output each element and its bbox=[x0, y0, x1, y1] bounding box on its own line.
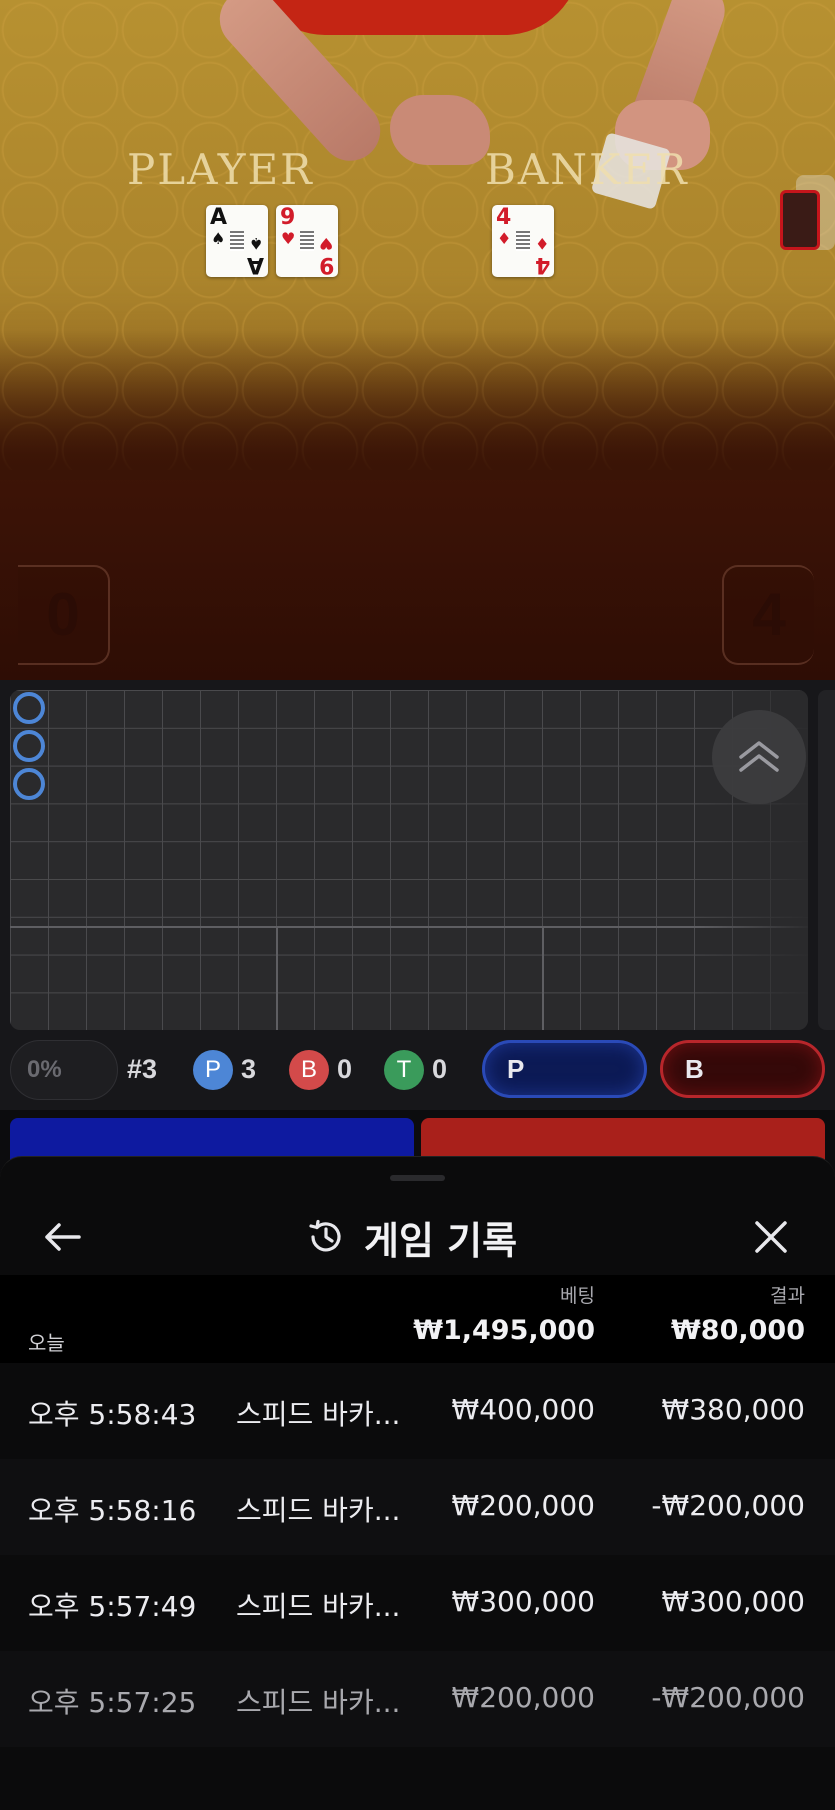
row-game: 스피드 바카... bbox=[236, 1590, 401, 1623]
history-clock-icon bbox=[309, 1219, 341, 1252]
sheet-title: 게임 기록 bbox=[306, 1207, 517, 1267]
round-number: #3 bbox=[127, 1054, 158, 1084]
history-row[interactable]: 오후 5:58:43 스피드 바카... ₩400,000 ₩380,000 bbox=[0, 1363, 835, 1459]
banker-score: 4 bbox=[722, 565, 814, 665]
live-video: PLAYER BANKER A ♠ ♠ A 9 ♥ ♥ 9 4 ♦ ♦ 4 0 … bbox=[0, 0, 835, 680]
row-bet: ₩300,000 bbox=[451, 1585, 595, 1618]
row-time: 오후 5:57:49 bbox=[28, 1590, 197, 1623]
row-game: 스피드 바카... bbox=[236, 1398, 401, 1431]
arrow-left-icon bbox=[45, 1223, 81, 1251]
close-button[interactable] bbox=[749, 1215, 793, 1259]
dealer-hand bbox=[390, 95, 490, 165]
predict-player-button[interactable]: P bbox=[482, 1040, 647, 1098]
banker-count-badge: B bbox=[289, 1050, 329, 1090]
roadmap-panel: 0% #3 P 3 B 0 T 0 P B bbox=[0, 680, 835, 1110]
row-time: 오후 5:57:25 bbox=[28, 1686, 197, 1719]
history-row[interactable]: 오후 5:57:49 스피드 바카... ₩300,000 ₩300,000 bbox=[0, 1555, 835, 1651]
row-result: ₩380,000 bbox=[661, 1393, 805, 1426]
bead-road[interactable] bbox=[10, 690, 808, 1030]
row-result: -₩200,000 bbox=[651, 1489, 805, 1522]
total-result: ₩80,000 bbox=[671, 1315, 805, 1346]
percent-pill: 0% bbox=[10, 1040, 118, 1100]
row-bet: ₩200,000 bbox=[451, 1489, 595, 1522]
back-button[interactable] bbox=[40, 1215, 84, 1259]
game-history-sheet: 게임 기록 베팅 결과 오늘 ₩1,495,000 ₩80,000 오후 5:5… bbox=[0, 1156, 835, 1810]
banker-zone-label: BANKER bbox=[485, 145, 689, 194]
sheet-grabber[interactable] bbox=[390, 1175, 445, 1181]
stats-row: 0% #3 P 3 B 0 T 0 P B bbox=[0, 1038, 835, 1106]
row-bet: ₩400,000 bbox=[451, 1393, 595, 1426]
player-score: 0 bbox=[18, 565, 110, 665]
history-list: 오후 5:58:43 스피드 바카... ₩400,000 ₩380,000 오… bbox=[0, 1363, 835, 1747]
row-bet: ₩200,000 bbox=[451, 1681, 595, 1714]
road-result-player bbox=[13, 692, 45, 724]
player-zone-label: PLAYER bbox=[127, 145, 314, 194]
banker-count: 0 bbox=[337, 1054, 353, 1084]
side-road-edge bbox=[818, 690, 835, 1030]
card-shoe-base bbox=[780, 190, 820, 250]
banker-card: 4 ♦ ♦ 4 bbox=[492, 205, 554, 277]
row-game: 스피드 바카... bbox=[236, 1686, 401, 1719]
row-time: 오후 5:58:43 bbox=[28, 1398, 197, 1431]
row-time: 오후 5:58:16 bbox=[28, 1494, 197, 1527]
player-count-badge: P bbox=[193, 1050, 233, 1090]
today-label: 오늘 bbox=[28, 1331, 65, 1355]
player-count: 3 bbox=[241, 1054, 257, 1084]
road-result-player bbox=[13, 730, 45, 762]
history-row[interactable]: 오후 5:58:16 스피드 바카... ₩200,000 -₩200,000 bbox=[0, 1459, 835, 1555]
expand-roadmap-button[interactable] bbox=[712, 710, 806, 804]
row-result: ₩300,000 bbox=[661, 1585, 805, 1618]
tie-count-badge: T bbox=[384, 1050, 424, 1090]
predict-banker-button[interactable]: B bbox=[660, 1040, 825, 1098]
column-header-result: 결과 bbox=[770, 1285, 805, 1307]
player-card: 9 ♥ ♥ 9 bbox=[276, 205, 338, 277]
road-result-player bbox=[13, 768, 45, 800]
total-bet: ₩1,495,000 bbox=[413, 1315, 595, 1346]
title-text: 게임 기록 bbox=[364, 1218, 518, 1263]
close-icon bbox=[755, 1221, 787, 1253]
double-chevron-up-icon bbox=[739, 741, 779, 772]
row-result: -₩200,000 bbox=[651, 1681, 805, 1714]
row-game: 스피드 바카... bbox=[236, 1494, 401, 1527]
history-row[interactable]: 오후 5:57:25 스피드 바카... ₩200,000 -₩200,000 bbox=[0, 1651, 835, 1747]
tie-count: 0 bbox=[432, 1054, 448, 1084]
player-card: A ♠ ♠ A bbox=[206, 205, 268, 277]
column-header-bet: 베팅 bbox=[560, 1285, 595, 1307]
history-summary: 베팅 결과 오늘 ₩1,495,000 ₩80,000 bbox=[0, 1275, 835, 1363]
